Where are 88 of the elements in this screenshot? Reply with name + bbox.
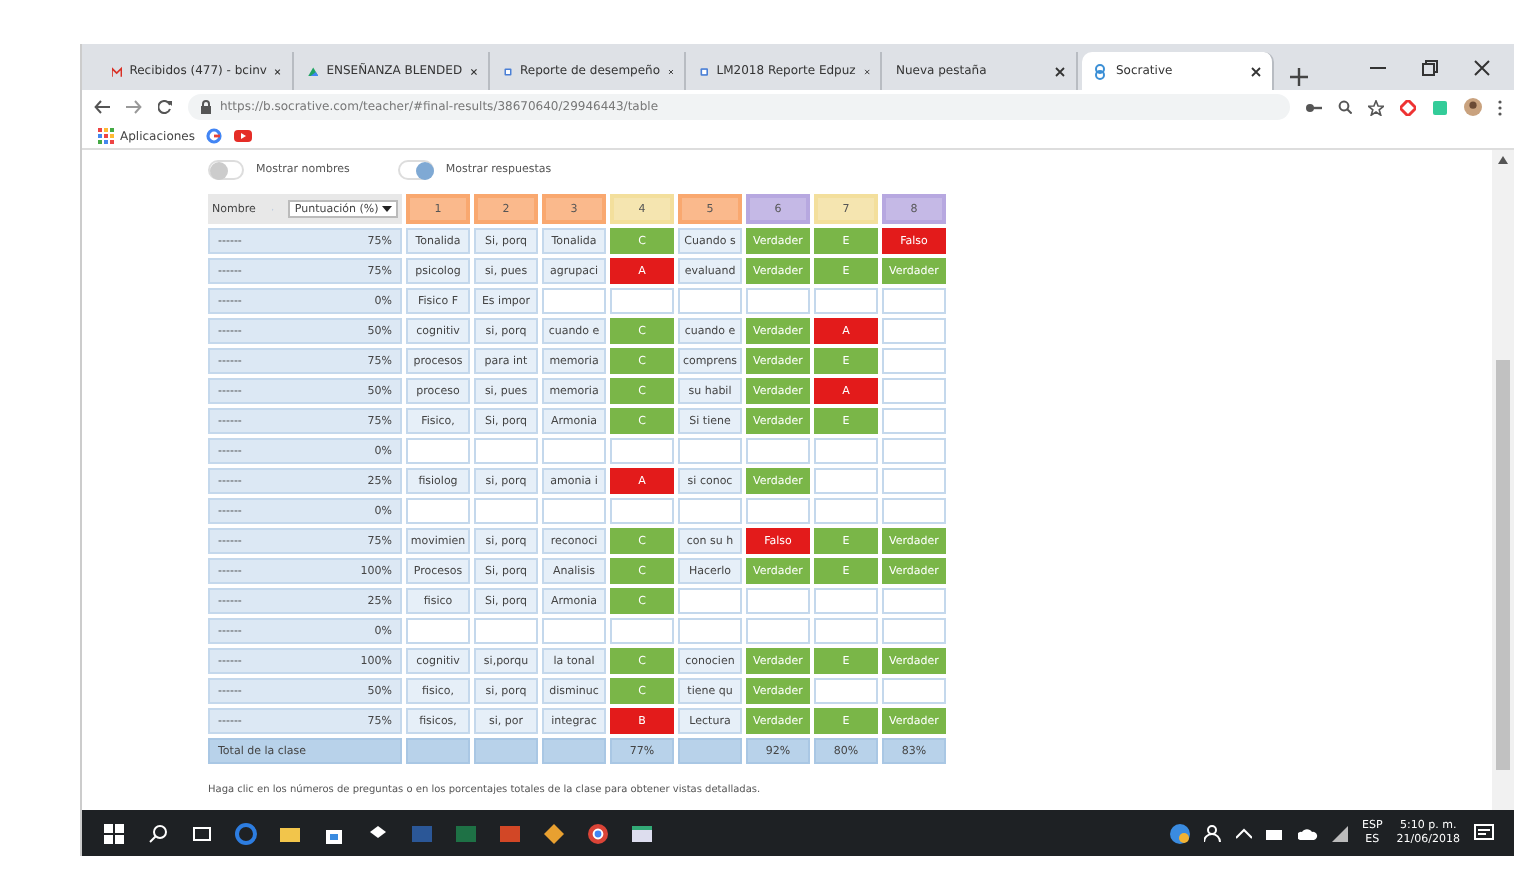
empty-cell — [882, 408, 946, 434]
empty-cell — [542, 438, 606, 464]
empty-cell — [610, 438, 674, 464]
search-icon[interactable] — [1338, 100, 1352, 114]
task-view-icon[interactable] — [190, 821, 214, 845]
lock-icon — [200, 100, 212, 114]
mail-icon — [112, 63, 122, 79]
empty-cell — [610, 618, 674, 644]
empty-cell — [882, 468, 946, 494]
total-cell — [678, 738, 742, 764]
signal-icon — [1332, 825, 1348, 841]
google-icon[interactable] — [206, 128, 223, 144]
slides-icon[interactable] — [498, 821, 522, 845]
empty-cell — [678, 618, 742, 644]
window-icon[interactable] — [630, 821, 654, 845]
empty-cell — [882, 318, 946, 344]
empty-cell — [814, 678, 878, 704]
empty-cell — [406, 438, 470, 464]
search-icon[interactable] — [146, 821, 170, 845]
empty-cell — [882, 348, 946, 374]
empty-cell — [882, 618, 946, 644]
empty-cell — [882, 378, 946, 404]
app-icon[interactable] — [542, 821, 566, 845]
toggle-switch[interactable] — [208, 160, 244, 180]
empty-cell — [814, 438, 878, 464]
person-icon — [1204, 824, 1222, 842]
empty-cell — [474, 618, 538, 644]
empty-cell — [814, 468, 878, 494]
empty-cell — [882, 288, 946, 314]
caret-icon — [382, 206, 392, 212]
close-icon — [1474, 59, 1490, 75]
document-icon — [504, 63, 512, 79]
close-icon — [1054, 65, 1066, 77]
close-icon — [274, 65, 282, 77]
video-icon[interactable] — [234, 128, 253, 144]
empty-cell — [882, 498, 946, 524]
avatar-icon[interactable] — [1464, 98, 1482, 116]
close-icon — [470, 65, 478, 77]
cloud-icon — [1298, 825, 1318, 841]
close-icon — [1250, 65, 1262, 77]
spreadsheet-icon[interactable] — [454, 821, 478, 845]
empty-cell — [406, 498, 470, 524]
total-cell — [406, 738, 470, 764]
forward-icon[interactable] — [126, 100, 142, 114]
logo-icon — [1092, 63, 1108, 79]
toggle-switch[interactable] — [397, 160, 434, 180]
empty-cell — [678, 438, 742, 464]
reload-icon[interactable] — [158, 100, 172, 114]
scrollbar[interactable] — [1492, 150, 1514, 810]
empty-cell — [746, 498, 810, 524]
empty-cell — [406, 618, 470, 644]
empty-cell — [474, 438, 538, 464]
empty-cell — [814, 498, 878, 524]
scroll-up-icon[interactable] — [1498, 156, 1508, 164]
empty-cell — [678, 288, 742, 314]
document-icon — [700, 63, 709, 79]
triangle-icon — [308, 63, 319, 79]
battery-icon — [1266, 825, 1284, 841]
chevron-icon — [1236, 825, 1252, 841]
empty-cell — [814, 618, 878, 644]
empty-cell — [678, 588, 742, 614]
empty-cell — [746, 618, 810, 644]
empty-cell — [542, 618, 606, 644]
empty-cell — [746, 588, 810, 614]
empty-cell — [610, 288, 674, 314]
start-icon[interactable] — [102, 821, 126, 845]
plus-icon — [1290, 68, 1308, 86]
empty-cell — [678, 498, 742, 524]
empty-cell — [610, 498, 674, 524]
empty-cell — [882, 588, 946, 614]
empty-cell — [882, 678, 946, 704]
notification-icon — [1474, 824, 1494, 842]
empty-cell — [474, 498, 538, 524]
empty-cell — [542, 288, 606, 314]
key-icon[interactable] — [1306, 101, 1322, 113]
apps-icon — [98, 128, 114, 144]
total-cell — [474, 738, 538, 764]
empty-cell — [542, 498, 606, 524]
star-icon[interactable] — [1368, 99, 1384, 115]
empty-cell — [814, 588, 878, 614]
total-cell — [542, 738, 606, 764]
empty-cell — [814, 288, 878, 314]
empty-cell — [882, 438, 946, 464]
empty-cell — [746, 288, 810, 314]
back-icon[interactable] — [94, 100, 110, 114]
restore-icon — [1422, 59, 1438, 75]
empty-cell — [746, 438, 810, 464]
browser-icon[interactable] — [586, 821, 610, 845]
